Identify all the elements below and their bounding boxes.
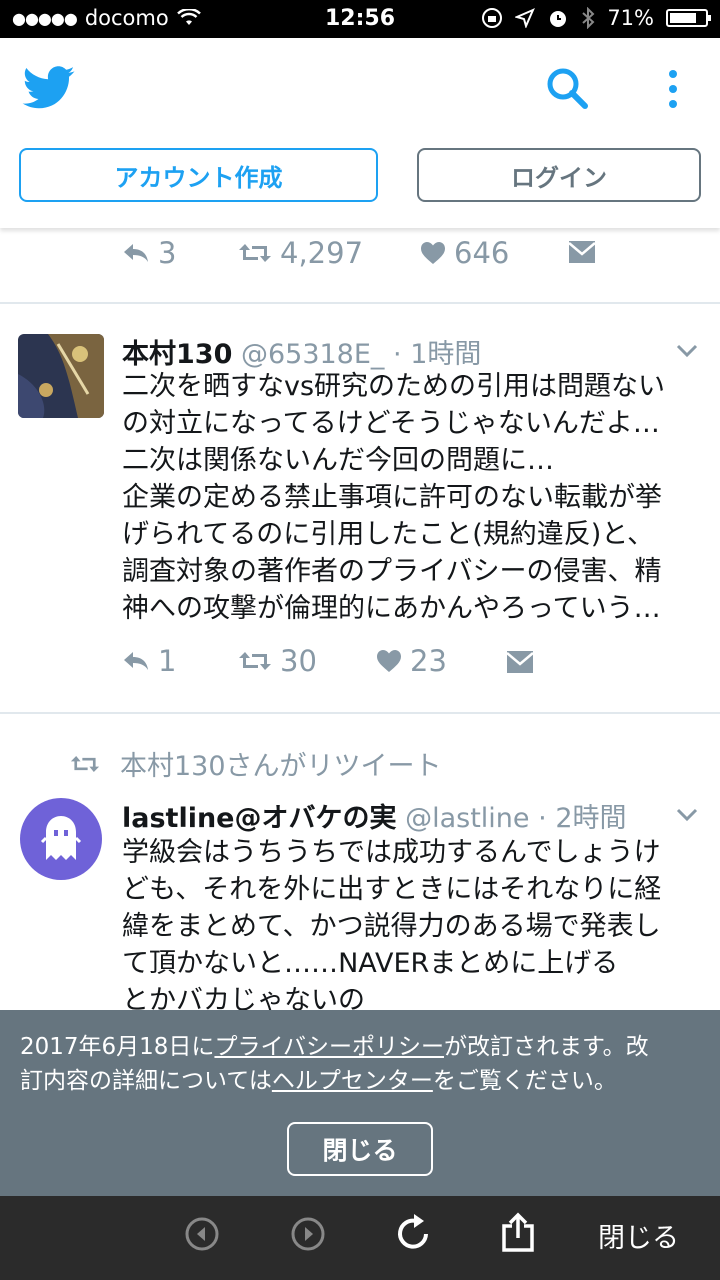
tweet-line: て頂かないと‥‥‥NAVERまとめに上げる xyxy=(122,948,619,979)
heart-icon xyxy=(421,242,445,264)
tweet-header: 本村130 @65318E_ · 1時間 xyxy=(122,332,481,371)
reply-count: 1 xyxy=(158,644,177,678)
retweet-icon xyxy=(239,244,271,262)
tweet-line: げられてるのに引用したこと(規約違反)と、 xyxy=(122,519,655,550)
more-vertical-icon[interactable] xyxy=(665,68,681,112)
avatar[interactable] xyxy=(20,798,102,880)
avatar-image xyxy=(18,334,104,418)
handle[interactable]: @lastline xyxy=(405,803,529,834)
timestamp[interactable]: 1時間 xyxy=(410,339,481,370)
back-icon[interactable] xyxy=(184,1216,220,1252)
tweet-line: の対立になってるけどそうじゃないんだよ… xyxy=(122,408,660,439)
alarm-icon xyxy=(550,11,567,27)
chevron-down-icon[interactable] xyxy=(676,344,698,358)
battery-percent: 71% xyxy=(607,6,654,30)
notice-text: 2017年6月18日にプライバシーポリシーが改訂されます。改 訂内容の詳細につい… xyxy=(20,1030,700,1098)
retweet-icon xyxy=(70,755,100,772)
heart-icon xyxy=(377,650,401,672)
tweet-text: 二次を晒すなvs研究のための引用は問題ない の対立になってるけどそうじゃないんだ… xyxy=(122,368,702,627)
tweet-divider xyxy=(0,302,720,304)
rotation-lock-icon xyxy=(482,8,503,28)
notice-text-part: をご覧ください。 xyxy=(432,1068,617,1094)
notice-text-part: 2017年6月18日に xyxy=(20,1034,215,1060)
separator: · xyxy=(538,803,547,834)
retweet-action[interactable]: 30 xyxy=(238,644,317,678)
location-icon xyxy=(515,8,536,28)
display-name[interactable]: lastline@オバケの実 xyxy=(122,803,397,834)
timestamp[interactable]: 2時間 xyxy=(555,803,626,834)
display-name[interactable]: 本村130 xyxy=(122,339,232,370)
login-button[interactable]: ログイン xyxy=(417,148,701,202)
reply-count: 3 xyxy=(158,236,177,270)
like-count: 23 xyxy=(410,644,447,678)
retweet-count: 30 xyxy=(280,644,317,678)
reply-icon xyxy=(124,652,148,670)
tweet-line: ども、それを外に出すときにはそれなりに経 xyxy=(122,874,662,905)
retweet-count: 4,297 xyxy=(280,236,364,270)
app-header: アカウント作成 ログイン xyxy=(0,38,720,228)
chevron-down-icon[interactable] xyxy=(676,808,698,822)
avatar[interactable] xyxy=(18,334,104,418)
browser-close-button[interactable]: 閉じる xyxy=(598,1216,679,1255)
like-action[interactable]: 646 xyxy=(420,236,509,270)
tweet-line: 二次を晒すなvs研究のための引用は問題ない xyxy=(122,371,666,402)
notice-text-part: 訂内容の詳細については xyxy=(20,1068,272,1094)
tweet-line: 神への攻撃が倫理的にあかんやろっていう… xyxy=(122,593,661,624)
help-center-link[interactable]: ヘルプセンター xyxy=(272,1068,433,1094)
tweet-line: 二次は関係ないんだ今回の問題に… xyxy=(122,445,554,476)
privacy-notice-banner: 2017年6月18日にプライバシーポリシーが改訂されます。改 訂内容の詳細につい… xyxy=(0,1010,720,1196)
message-icon xyxy=(568,241,596,263)
ghost-avatar-icon xyxy=(20,798,102,880)
retweet-action[interactable]: 4,297 xyxy=(238,236,363,270)
like-action[interactable]: 23 xyxy=(376,644,447,678)
privacy-policy-link[interactable]: プライバシーポリシー xyxy=(214,1034,444,1060)
dm-action[interactable] xyxy=(506,650,534,674)
retweeted-by-label[interactable]: 本村130さんがリツイート xyxy=(120,744,442,783)
tweet-line: 緯をまとめて、かつ説得力のある場で発表し xyxy=(122,911,661,942)
search-icon[interactable] xyxy=(545,66,589,110)
tweet-line: 企業の定める禁止事項に許可のない転載が挙 xyxy=(122,482,662,513)
forward-icon[interactable] xyxy=(290,1216,326,1252)
tweet-text: 学級会はうちうちでは成功するんでしょうけ ども、それを外に出すときにはそれなりに… xyxy=(122,834,702,1019)
reply-action[interactable]: 1 xyxy=(122,644,176,678)
dm-action[interactable] xyxy=(568,240,596,264)
status-bar: ●●●●● docomo 12:56 71% xyxy=(0,0,720,38)
share-icon[interactable] xyxy=(500,1212,536,1252)
notice-close-button[interactable]: 閉じる xyxy=(287,1122,433,1176)
notice-text-part: が改訂されます。改 xyxy=(443,1034,649,1060)
handle[interactable]: @65318E_ xyxy=(241,339,384,370)
battery-icon xyxy=(666,9,711,27)
message-icon xyxy=(506,651,534,673)
browser-toolbar: 閉じる xyxy=(0,1196,720,1280)
reply-icon xyxy=(124,244,148,262)
retweet-context: 本村130さんがリツイート xyxy=(70,744,442,783)
twitter-bird-icon[interactable] xyxy=(22,66,76,110)
retweet-icon xyxy=(239,652,271,670)
tweet-line: 学級会はうちうちでは成功するんでしょうけ xyxy=(122,837,661,868)
tweet-line: 調査対象の著作者のプライバシーの侵害、精 xyxy=(122,556,662,587)
bluetooth-icon xyxy=(582,7,595,29)
tweet-header: lastline@オバケの実 @lastline · 2時間 xyxy=(122,796,627,835)
tweet-divider xyxy=(0,712,720,714)
signup-button[interactable]: アカウント作成 xyxy=(19,148,378,202)
reload-icon[interactable] xyxy=(394,1212,434,1254)
like-count: 646 xyxy=(454,236,510,270)
separator: · xyxy=(393,339,402,370)
reply-action[interactable]: 3 xyxy=(122,236,176,270)
